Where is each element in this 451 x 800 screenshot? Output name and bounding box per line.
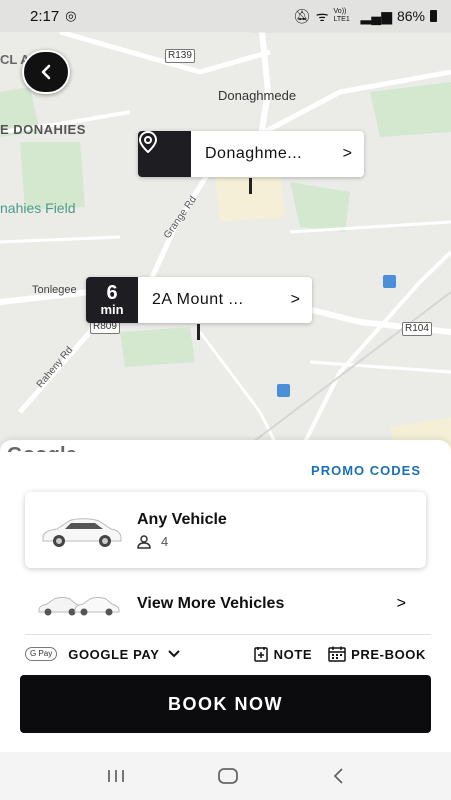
- payment-selector[interactable]: G Pay GOOGLE PAY: [25, 646, 181, 662]
- road-tag-r104: R104: [402, 322, 432, 336]
- signal-icon: ▂▄▆: [360, 7, 392, 24]
- divider: [25, 634, 431, 635]
- capacity-count: 4: [161, 534, 169, 549]
- pickup-pin-stem: [197, 324, 200, 340]
- status-bar: 2:17 ◎ 🔕︎ ᯤ Vo)) LTE1 ▂▄▆ 86%: [0, 0, 451, 32]
- battery-icon: [430, 10, 437, 22]
- view-more-vehicles-button[interactable]: View More Vehicles >: [25, 582, 426, 626]
- calendar-icon: [328, 646, 346, 662]
- prebook-button[interactable]: PRE-BOOK: [328, 646, 426, 662]
- eta-unit: min: [100, 302, 124, 317]
- pickup-address: 2A Mount ...: [152, 291, 244, 308]
- destination-address: Donaghme...: [205, 145, 303, 162]
- vehicle-card[interactable]: Any Vehicle 4: [25, 492, 426, 568]
- eta-badge: 6 min: [86, 277, 138, 323]
- booking-sheet: PROMO CODES Any Vehicle 4 View More Vehi…: [0, 440, 451, 752]
- booking-options: G Pay GOOGLE PAY NOTE PRE-BOOK: [25, 642, 426, 666]
- person-icon: [137, 534, 151, 549]
- destination-marker: [138, 131, 191, 177]
- mute-icon: 🔕︎: [292, 7, 311, 24]
- vehicle-name: Any Vehicle: [137, 511, 227, 528]
- vehicle-info: Any Vehicle 4: [137, 511, 227, 549]
- eta-value: 6: [106, 282, 118, 304]
- vehicle-capacity: 4: [137, 534, 227, 549]
- car-icon: [42, 518, 122, 547]
- location-pin-icon: [138, 131, 158, 153]
- recent-apps-icon[interactable]: [106, 768, 126, 784]
- label-donahies: E DONAHIES: [0, 122, 86, 137]
- book-now-button[interactable]: BOOK NOW: [20, 675, 431, 733]
- cars-icon: [38, 597, 120, 616]
- label-tonlegee: Tonlegee: [32, 284, 77, 296]
- back-button[interactable]: [22, 50, 70, 94]
- chevron-right-icon: >: [290, 291, 300, 308]
- promo-codes-link[interactable]: PROMO CODES: [311, 463, 421, 478]
- system-nav-bar: [0, 752, 451, 800]
- payment-label: GOOGLE PAY: [68, 646, 160, 662]
- back-nav-icon[interactable]: [331, 767, 345, 785]
- note-icon: [253, 647, 268, 662]
- prebook-label: PRE-BOOK: [351, 646, 426, 662]
- chevron-left-icon: [41, 64, 51, 80]
- label-donahies-field: nahies Field: [0, 200, 76, 216]
- wifi-icon: ᯤ: [315, 7, 329, 24]
- note-button[interactable]: NOTE: [253, 646, 313, 662]
- map[interactable]: CL ALL Donaghmede E DONAHIES nahies Fiel…: [0, 32, 451, 452]
- destination-pin-stem: [249, 178, 252, 194]
- chevron-right-icon: >: [396, 595, 406, 612]
- whatsapp-icon: ◎: [65, 8, 77, 23]
- network-label: Vo)) LTE1: [333, 8, 350, 23]
- home-icon[interactable]: [217, 767, 239, 785]
- gpay-badge: G Pay: [25, 647, 58, 661]
- status-time: 2:17: [30, 7, 60, 25]
- view-more-label: View More Vehicles: [137, 595, 285, 612]
- destination-card[interactable]: Donaghme... >: [138, 131, 364, 177]
- chevron-right-icon: >: [342, 145, 352, 162]
- road-tag-r139: R139: [165, 49, 195, 63]
- battery-label: 86%: [396, 8, 425, 24]
- pickup-card[interactable]: 6 min 2A Mount ... >: [86, 277, 312, 323]
- note-label: NOTE: [273, 646, 313, 662]
- label-donaghmede: Donaghmede: [218, 88, 297, 103]
- chevron-down-icon: [168, 650, 181, 658]
- google-logo: Google: [7, 444, 77, 452]
